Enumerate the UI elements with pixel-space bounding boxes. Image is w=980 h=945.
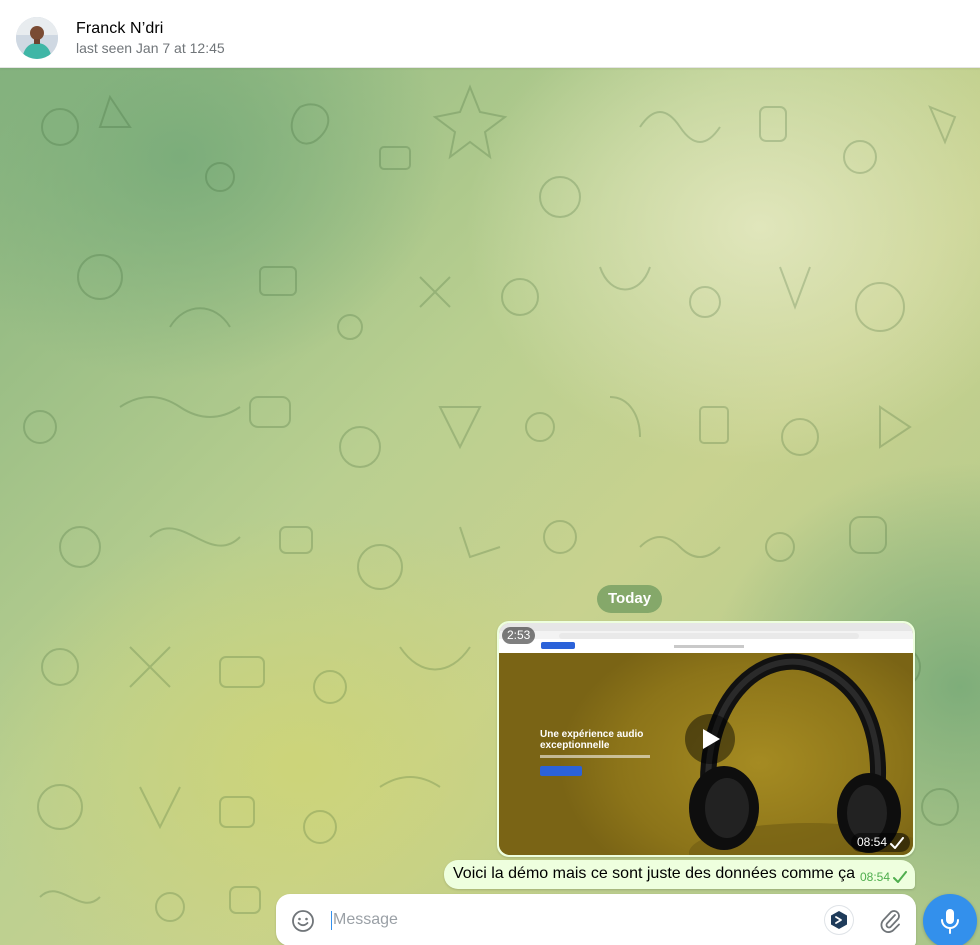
site-logo: [541, 642, 575, 649]
text-message-meta: 08:54: [860, 870, 907, 884]
bot-command-icon: [831, 911, 847, 929]
message-time: 08:54: [859, 870, 890, 884]
microphone-icon: [941, 909, 959, 934]
video-thumbnail[interactable]: Une expérience audio exceptionnelle 2:53…: [499, 623, 913, 855]
contact-name[interactable]: Franck N’dri: [76, 20, 163, 38]
video-message-meta: 08:54: [850, 833, 910, 852]
message-text: Voici la démo mais ce sont juste des don…: [453, 865, 855, 882]
sent-check-icon: [893, 871, 907, 883]
play-icon: [703, 729, 720, 749]
voice-record-button[interactable]: [923, 894, 977, 945]
video-hero-title: Une expérience audio exceptionnelle: [540, 729, 644, 751]
emoji-icon[interactable]: [291, 909, 315, 933]
chat-area[interactable]: Today Une expérience audio exceptionnell…: [0, 67, 980, 945]
attach-icon[interactable]: [878, 907, 902, 933]
site-navbar: [499, 639, 913, 653]
play-button[interactable]: [685, 714, 735, 764]
video-duration: 2:53: [502, 627, 536, 644]
video-hero-button: [540, 766, 582, 776]
last-seen-status: last seen Jan 7 at 12:45: [76, 40, 225, 56]
avatar-photo-icon: [16, 17, 58, 59]
read-check-icon: [890, 836, 904, 849]
bot-command-button[interactable]: [824, 905, 854, 935]
text-message[interactable]: Voici la démo mais ce sont juste des don…: [444, 860, 915, 889]
date-separator: Today: [597, 585, 663, 613]
contact-avatar[interactable]: [16, 17, 58, 59]
chat-header[interactable]: Franck N’dri last seen Jan 7 at 12:45: [0, 0, 980, 68]
message-input[interactable]: [331, 908, 803, 932]
video-message-time: 08:54: [856, 835, 887, 849]
video-message[interactable]: Une expérience audio exceptionnelle 2:53…: [497, 621, 915, 857]
message-composer[interactable]: [276, 894, 916, 945]
